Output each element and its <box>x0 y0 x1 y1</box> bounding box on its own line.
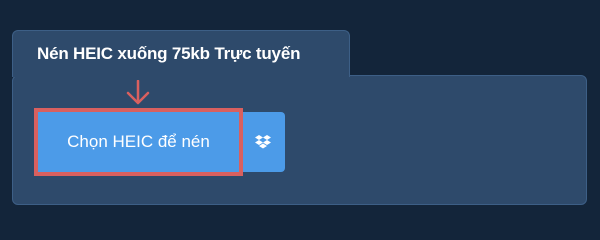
dropbox-button[interactable] <box>239 112 285 172</box>
down-arrow-icon <box>126 80 150 105</box>
tool-title: Nén HEIC xuống 75kb Trực tuyến <box>37 44 301 63</box>
choose-heic-button[interactable]: Chọn HEIC để nén <box>38 112 239 172</box>
dropbox-icon <box>254 135 271 149</box>
page-stage: Nén HEIC xuống 75kb Trực tuyến Chọn HEIC… <box>0 0 600 230</box>
tool-tab: Nén HEIC xuống 75kb Trực tuyến <box>12 30 350 77</box>
